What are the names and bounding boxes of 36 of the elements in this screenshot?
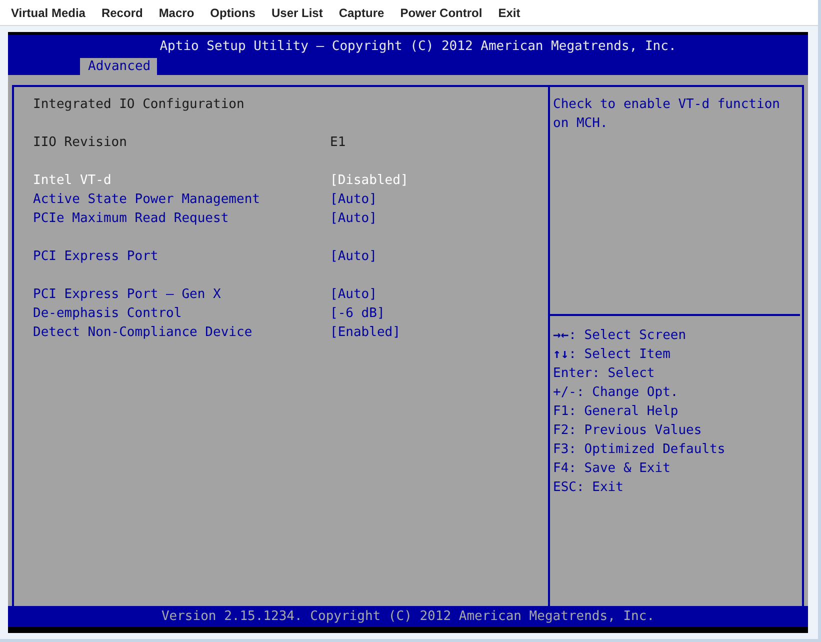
help-text: Check to enable VT-d function on MCH. xyxy=(553,96,781,133)
info-value: E1 xyxy=(330,135,346,150)
info-label: IIO Revision xyxy=(33,135,128,150)
version-text: Version 2.15.1234. Copyright (C) 2012 American Megatrends, Inc. xyxy=(161,609,655,624)
key-hint: ↑↓: Select Item xyxy=(553,346,672,364)
section-title: Integrated IO Configuration xyxy=(33,97,246,112)
tab[interactable]: Advanced xyxy=(80,58,157,75)
option-value[interactable]: [Auto] xyxy=(330,192,377,207)
setup-title: Aptio Setup Utility – Copyright (C) 2012 American Megatrends, Inc. xyxy=(158,38,678,56)
key-hint: Enter: Select xyxy=(553,365,656,383)
menu-item[interactable]: Virtual Media xyxy=(6,6,94,20)
menu-item[interactable]: Exit xyxy=(493,6,528,20)
menu-item[interactable]: Power Control xyxy=(395,6,490,20)
option-label[interactable]: Detect Non-Compliance Device xyxy=(33,325,330,340)
key-hint: →←: Select Screen xyxy=(553,327,688,345)
key-hint: F4: Save & Exit xyxy=(553,460,672,478)
menu-item[interactable]: Macro xyxy=(154,6,202,20)
option-value[interactable]: [Auto] xyxy=(330,287,377,302)
option-label[interactable]: PCI Express Port xyxy=(33,249,330,264)
key-hint: F1: General Help xyxy=(553,403,680,421)
option-label[interactable]: Active State Power Management xyxy=(33,192,330,207)
menu-item[interactable]: Record xyxy=(96,6,151,20)
menu-item[interactable]: Options xyxy=(205,6,264,20)
option-label[interactable]: PCIe Maximum Read Request xyxy=(33,211,330,226)
key-hint: F3: Optimized Defaults xyxy=(553,441,726,459)
option-label[interactable]: De-emphasis Control xyxy=(33,306,330,321)
option-label[interactable]: PCI Express Port – Gen X xyxy=(33,287,330,302)
option-value[interactable]: [-6 dB] xyxy=(330,306,385,321)
key-hint: +/-: Change Opt. xyxy=(553,384,680,402)
option-value[interactable]: [Enabled] xyxy=(330,325,400,340)
option-value[interactable]: [Auto] xyxy=(330,211,377,226)
key-hint: ESC: Exit xyxy=(553,479,624,497)
menu-item[interactable]: User List xyxy=(266,6,331,20)
key-hint: F2: Previous Values xyxy=(553,422,703,440)
option-value[interactable]: [Auto] xyxy=(330,249,377,264)
menu-item[interactable]: Capture xyxy=(334,6,392,20)
